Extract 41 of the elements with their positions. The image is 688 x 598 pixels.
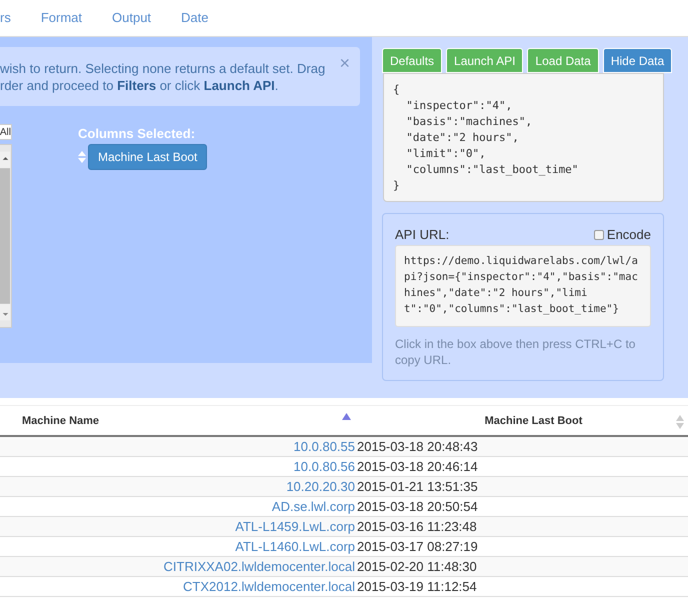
- toolbar-button[interactable]: Launch API: [446, 48, 524, 73]
- encode-label: Encode: [606, 227, 651, 242]
- machine-name-link[interactable]: ATL-L1460.LwL.corp: [235, 539, 357, 554]
- last-boot-cell: 2015-03-18 20:46:14: [357, 459, 478, 474]
- help-text: Click in the box above then press CTRL+C to copy URL.: [395, 336, 636, 368]
- last-boot-cell: 2015-03-18 20:48:43: [357, 439, 478, 454]
- last-boot-cell: 2015-02-20 11:48:30: [357, 559, 477, 574]
- nav-tab[interactable]: rs: [0, 10, 11, 26]
- toolbar-button[interactable]: Hide Data: [602, 48, 672, 73]
- list-box[interactable]: [0, 144, 12, 328]
- encode-checkbox[interactable]: [594, 230, 604, 240]
- machine-name-link[interactable]: ATL-L1459.LwL.corp: [235, 519, 357, 534]
- alert-text: wish to return. Selecting none returns a default set. Drag rder and proceed to Filters or click Launch API.: [0, 60, 326, 94]
- machine-name-link[interactable]: 10.20.20.30: [286, 479, 357, 494]
- machine-name-link[interactable]: CTX2012.lwldemocenter.local: [183, 579, 357, 594]
- machine-name-link[interactable]: CITRIXXA02.lwldemocenter.local: [164, 559, 357, 574]
- column-header[interactable]: Machine Name: [0, 406, 357, 435]
- sort-icon[interactable]: [676, 415, 684, 429]
- machine-name-link[interactable]: 10.0.80.55: [294, 439, 357, 454]
- toolbar-button[interactable]: Defaults: [382, 48, 442, 73]
- machine-name-link[interactable]: AD.se.lwl.corp: [272, 499, 357, 514]
- api-url-label: API URL:: [395, 227, 450, 242]
- last-boot-cell: 2015-03-19 11:12:54: [357, 579, 477, 594]
- nav-tab[interactable]: Date: [181, 10, 209, 26]
- column-header[interactable]: Machine Last Boot: [357, 406, 688, 435]
- nav-tab[interactable]: Format: [40, 10, 82, 26]
- select-all-button[interactable]: All: [0, 124, 12, 140]
- last-boot-cell: 2015-03-18 20:50:54: [357, 499, 478, 514]
- url-field[interactable]: https://demo.liquidwarelabs.com/lwl/api?json={"inspector":"4","basis":"machines","date":"2 hours","limit":"0","columns":"last_boot_time"}: [395, 245, 651, 327]
- sort-ascending-icon[interactable]: [342, 413, 351, 420]
- drag-handle-icon[interactable]: [78, 151, 86, 163]
- columns-selected-label: Columns Selected:: [78, 126, 196, 141]
- selected-column-button[interactable]: Machine Last Boot: [88, 144, 208, 170]
- close-button[interactable]: ×: [339, 54, 350, 72]
- last-boot-cell: 2015-03-16 11:23:48: [357, 519, 477, 534]
- last-boot-cell: 2015-01-21 13:51:35: [357, 479, 478, 494]
- toolbar-button[interactable]: Load Data: [527, 48, 599, 73]
- machine-name-link[interactable]: 10.0.80.56: [294, 459, 357, 474]
- json-preview: { "inspector":"4", "basis":"machines", "date":"2 hours", "limit":"0", "columns":"last_boot_time" }: [383, 73, 664, 202]
- last-boot-cell: 2015-03-17 08:27:19: [357, 539, 478, 554]
- nav-tab[interactable]: Output: [112, 10, 152, 26]
